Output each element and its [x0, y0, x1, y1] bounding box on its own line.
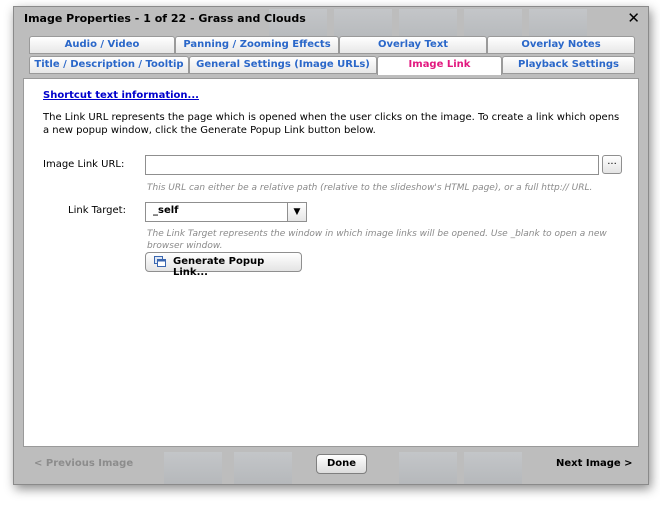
tab-audio-video[interactable]: Audio / Video [29, 36, 175, 54]
popup-window-icon [154, 256, 166, 267]
image-properties-dialog: Image Properties - 1 of 22 - Grass and C… [13, 6, 649, 485]
chevron-down-icon[interactable]: ▼ [287, 203, 306, 221]
image-link-url-label: Image Link URL: [43, 159, 125, 170]
background-thumbnail [164, 452, 222, 484]
done-button[interactable]: Done [316, 454, 367, 474]
shortcut-text-link[interactable]: Shortcut text information... [43, 90, 199, 101]
background-thumbnail [399, 452, 457, 484]
image-link-url-input[interactable] [145, 155, 599, 175]
tab-title-description[interactable]: Title / Description / Tooltip [29, 56, 189, 74]
close-icon[interactable]: ✕ [627, 9, 640, 27]
panel-description: The Link URL represents the page which i… [43, 112, 620, 136]
tab-image-link[interactable]: Image Link [377, 56, 502, 75]
target-hint: The Link Target represents the window in… [147, 229, 607, 251]
background-thumbnail [234, 452, 292, 484]
generate-popup-link-button[interactable]: Generate Popup Link... [145, 252, 302, 278]
url-hint: This URL can either be a relative path (… [147, 183, 593, 193]
next-image-button[interactable]: Next Image > [556, 458, 633, 469]
link-target-value: _self [153, 205, 179, 216]
browse-url-button[interactable]: ... [602, 155, 622, 174]
link-target-label: Link Target: [68, 205, 126, 216]
generate-popup-link-label: Generate Popup Link... [173, 256, 265, 278]
link-target-select[interactable]: _self ▼ [145, 202, 307, 222]
tab-general-settings[interactable]: General Settings (Image URLs) [189, 56, 377, 74]
dialog-title: Image Properties - 1 of 22 - Grass and C… [24, 12, 306, 25]
tab-overlay-notes[interactable]: Overlay Notes [487, 36, 635, 54]
previous-image-button[interactable]: < Previous Image [34, 458, 133, 469]
background-thumbnail [464, 452, 522, 484]
tab-playback-settings[interactable]: Playback Settings [502, 56, 635, 74]
tab-panning-zooming[interactable]: Panning / Zooming Effects [175, 36, 339, 54]
image-link-panel: Shortcut text information... The Link UR… [23, 78, 639, 447]
tab-overlay-text[interactable]: Overlay Text [339, 36, 487, 54]
